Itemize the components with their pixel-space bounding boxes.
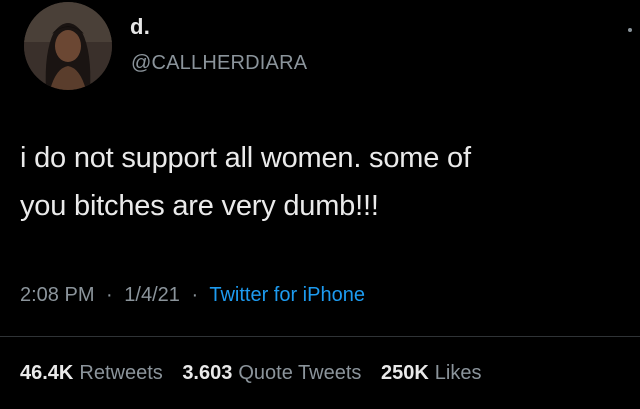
avatar[interactable] <box>24 2 112 90</box>
tweet-text-line: i do not support all women. some of <box>20 142 471 174</box>
retweets-count: 46.4K <box>20 362 74 384</box>
tweet-time[interactable]: 2:08 PM <box>20 284 94 306</box>
separator: · <box>191 284 199 306</box>
tweet-card: d. @CALLHERDIARA i do not support all wo… <box>0 0 640 409</box>
avatar-photo-icon <box>24 2 112 90</box>
likes-stat[interactable]: 250K Likes <box>381 362 496 384</box>
engagement-stats: 46.4K Retweets 3.603 Quote Tweets 250K Like… <box>20 362 496 385</box>
tweet-date[interactable]: 1/4/21 <box>124 284 180 306</box>
display-name[interactable]: d. <box>130 14 150 40</box>
retweets-stat[interactable]: 46.4K Retweets <box>20 362 177 384</box>
separator: · <box>106 284 113 306</box>
tweet-meta: 2:08 PM · 1/4/21 · Twitter for iPhone <box>20 284 365 307</box>
more-options-icon[interactable] <box>628 28 632 32</box>
tweet-text: i do not support all women. some of you … <box>20 134 630 230</box>
retweets-label: Retweets <box>79 362 163 384</box>
quote-tweets-count: 3.603 <box>182 362 233 384</box>
likes-count: 250K <box>380 362 429 384</box>
tweet-text-line: you bitches are very dumb!!! <box>20 190 379 222</box>
tweet-source-link[interactable]: Twitter for iPhone <box>209 284 365 306</box>
quote-tweets-stat[interactable]: 3.603 Quote Tweets <box>182 362 375 384</box>
likes-label: Likes <box>434 362 482 384</box>
quote-tweets-label: Quote Tweets <box>238 362 362 384</box>
username-handle[interactable]: @CALLHERDIARA <box>131 52 307 75</box>
divider <box>0 336 640 337</box>
